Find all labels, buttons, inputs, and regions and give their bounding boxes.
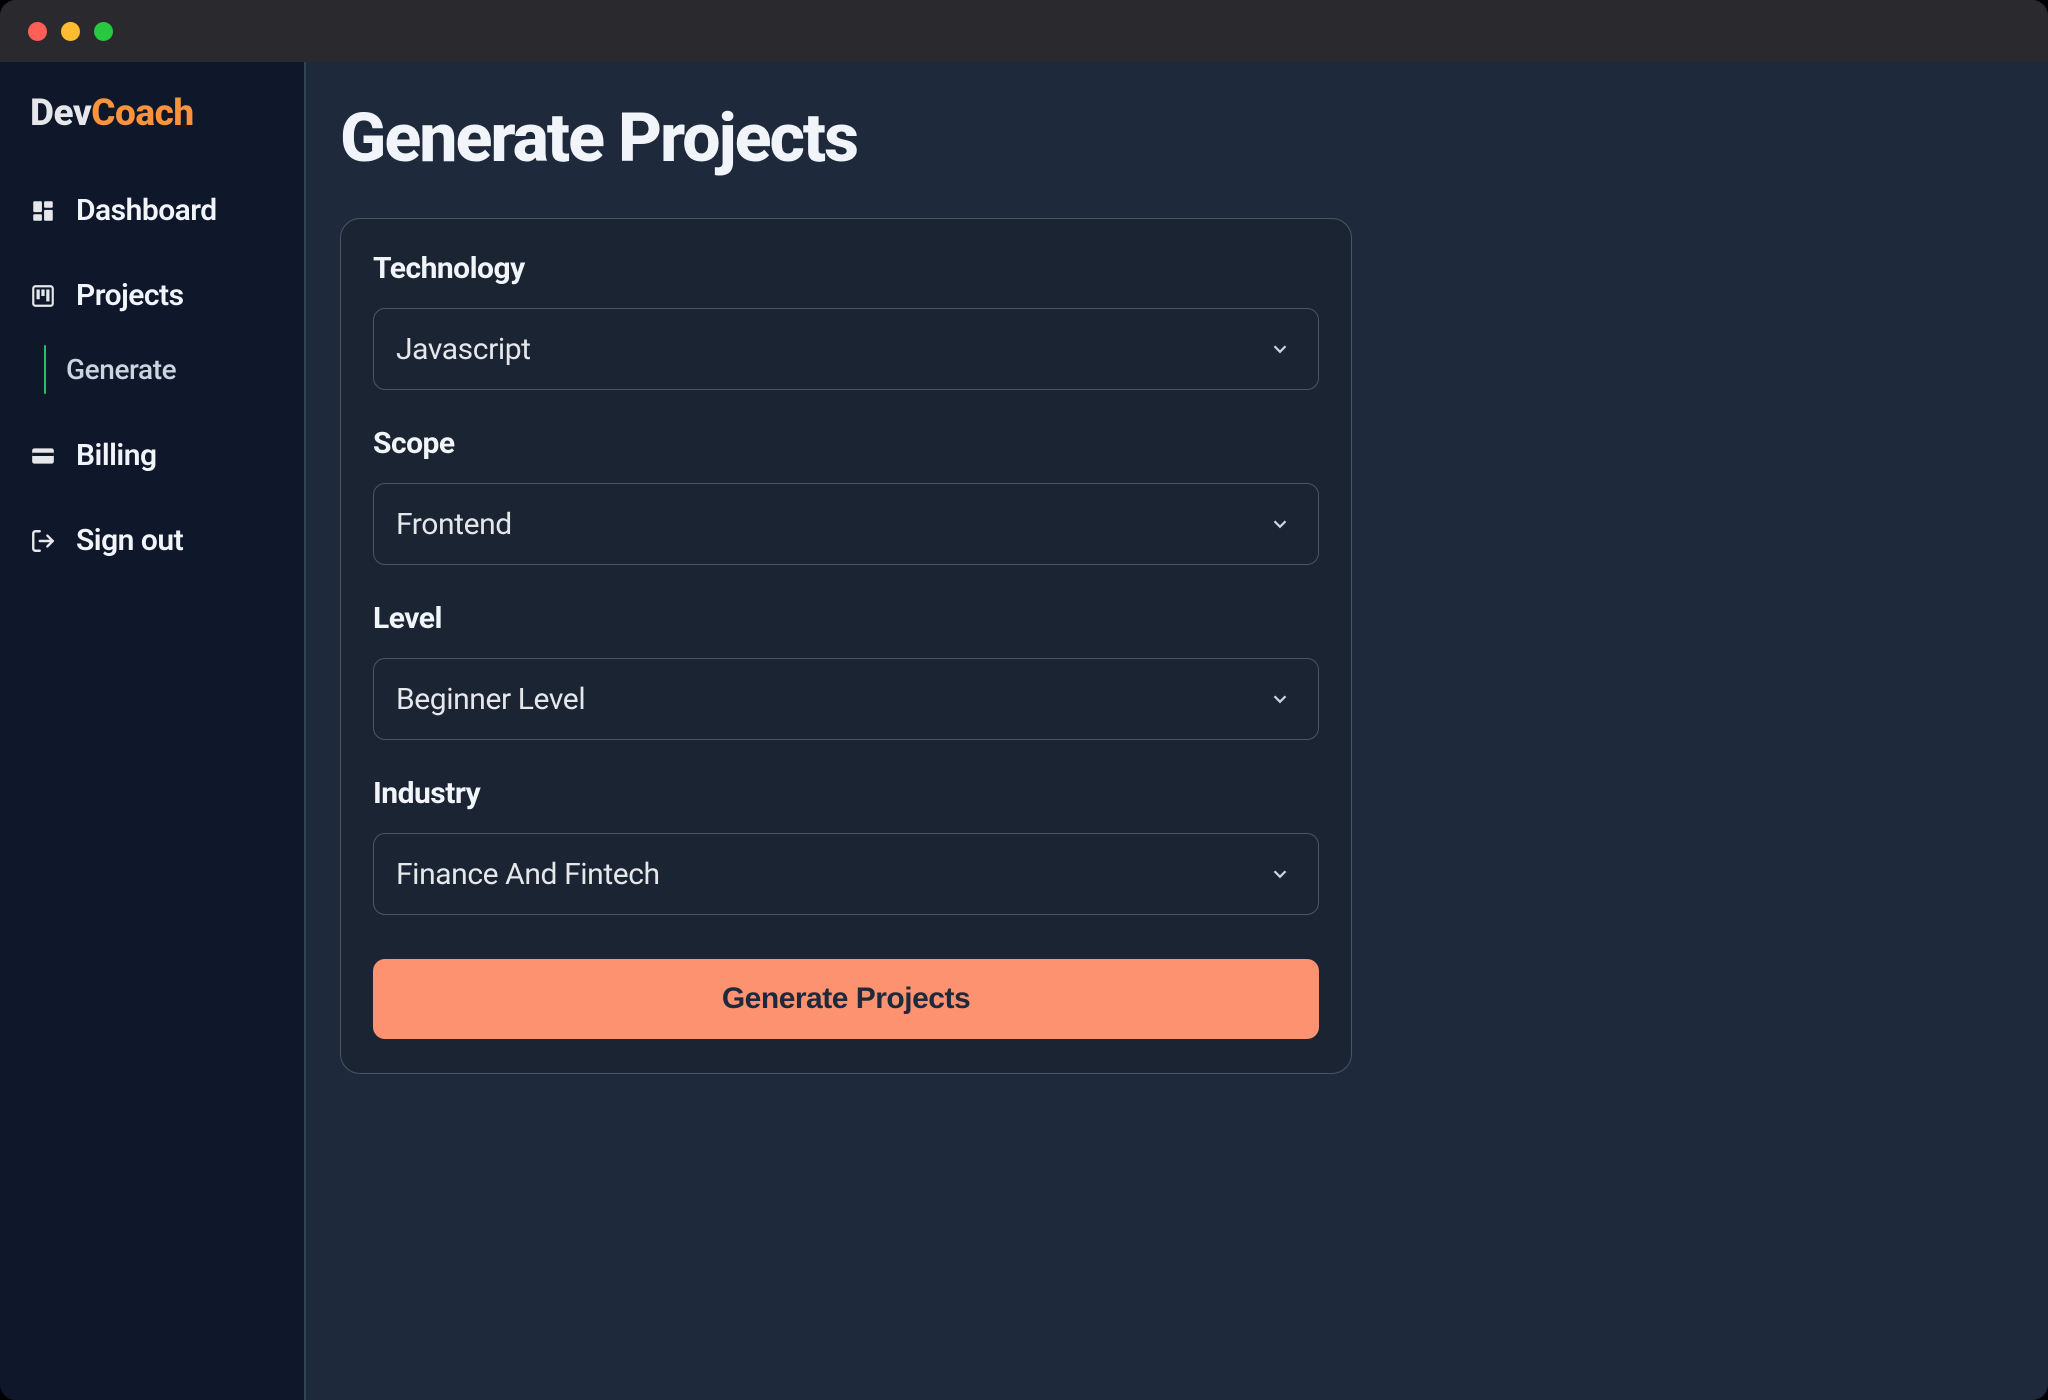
signout-icon (30, 528, 56, 554)
generate-form-card: Technology Javascript Scope Frontend (340, 218, 1352, 1074)
scope-select[interactable]: Frontend (373, 483, 1319, 565)
window-zoom-icon[interactable] (94, 22, 113, 41)
scope-label: Scope (373, 426, 1319, 461)
field-technology: Technology Javascript (373, 251, 1319, 390)
window-close-icon[interactable] (28, 22, 47, 41)
main-content: Generate Projects Technology Javascript … (306, 62, 2048, 1400)
level-label: Level (373, 601, 1319, 636)
page-title: Generate Projects (340, 98, 2014, 178)
level-select-value: Beginner Level (396, 682, 585, 717)
sidebar-subitem-generate[interactable]: Generate (66, 345, 176, 394)
billing-icon (30, 443, 56, 469)
sidebar-subnav-projects: Generate (30, 345, 274, 394)
chevron-down-icon (1268, 512, 1292, 536)
chevron-down-icon (1268, 862, 1292, 886)
brand-post: Coach (91, 92, 193, 135)
sidebar-item-label: Projects (76, 278, 184, 313)
technology-select-value: Javascript (396, 332, 531, 367)
industry-select[interactable]: Finance And Fintech (373, 833, 1319, 915)
kanban-icon (30, 283, 56, 309)
window-titlebar (0, 0, 2048, 62)
sidebar-item-label: Dashboard (76, 193, 217, 228)
chevron-down-icon (1268, 687, 1292, 711)
scope-select-value: Frontend (396, 507, 512, 542)
generate-projects-button-label: Generate Projects (722, 982, 970, 1015)
app-window: DevCoach Dashboard (0, 0, 2048, 1400)
technology-label: Technology (373, 251, 1319, 286)
industry-label: Industry (373, 776, 1319, 811)
sidebar-item-signout[interactable]: Sign out (30, 517, 274, 564)
level-select[interactable]: Beginner Level (373, 658, 1319, 740)
dashboard-icon (30, 198, 56, 224)
window-minimize-icon[interactable] (61, 22, 80, 41)
sidebar-item-label: Sign out (76, 523, 183, 558)
sidebar-item-billing[interactable]: Billing (30, 432, 274, 479)
subnav-indicator (44, 345, 46, 394)
sidebar-item-dashboard[interactable]: Dashboard (30, 187, 274, 234)
brand-pre: Dev (30, 92, 91, 135)
sidebar-item-projects[interactable]: Projects (30, 272, 274, 319)
chevron-down-icon (1268, 337, 1292, 361)
sidebar-nav: Dashboard Projects Generate (30, 187, 274, 564)
sidebar: DevCoach Dashboard (0, 62, 306, 1400)
industry-select-value: Finance And Fintech (396, 857, 660, 892)
brand-logo: DevCoach (30, 92, 274, 135)
sidebar-subitem-label: Generate (66, 353, 176, 386)
technology-select[interactable]: Javascript (373, 308, 1319, 390)
generate-projects-button[interactable]: Generate Projects (373, 959, 1319, 1039)
field-level: Level Beginner Level (373, 601, 1319, 740)
field-industry: Industry Finance And Fintech (373, 776, 1319, 915)
field-scope: Scope Frontend (373, 426, 1319, 565)
sidebar-item-label: Billing (76, 438, 157, 473)
